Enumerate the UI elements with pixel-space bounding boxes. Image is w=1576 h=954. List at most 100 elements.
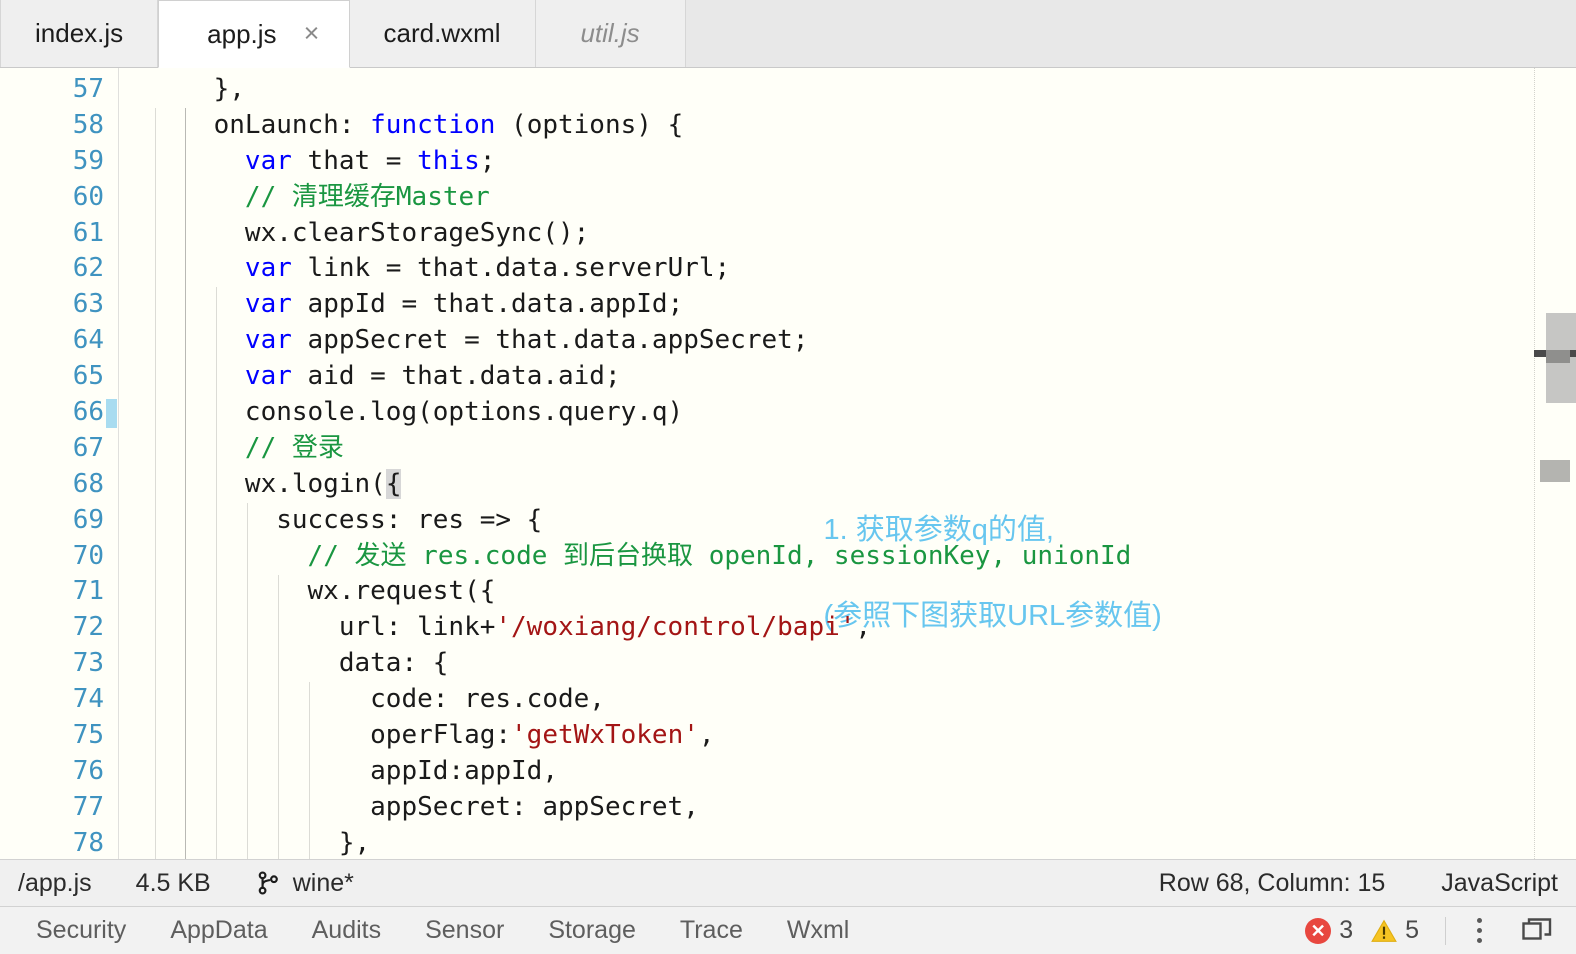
status-cursor-position[interactable]: Row 68, Column: 15 [1159,869,1386,898]
code-token-kw: var [244,253,292,284]
code-line[interactable]: wx.clearStorageSync(); [119,216,1576,252]
panel-tab-audits[interactable]: Audits [290,916,403,945]
code-token-kw: var [244,361,292,392]
code-line[interactable]: operFlag:'getWxToken', [119,718,1576,754]
code-line[interactable]: // 发送 res.code 到后台换取 openId, sessionKey,… [119,539,1576,575]
status-language[interactable]: JavaScript [1441,869,1558,898]
code-token-plain: success: res => { [151,504,543,535]
code-token-plain: appId = that.data.appId; [291,289,684,320]
panel-tab-security[interactable]: Security [14,916,148,945]
code-content[interactable]: 1. 获取参数q的值, (参照下图获取URL参数值) }, onLaunch: … [119,68,1576,859]
panel-tab-trace[interactable]: Trace [658,916,765,945]
line-number: 67 [72,432,104,463]
dock-panel-icon[interactable] [1522,917,1552,944]
panel-tab-sensor[interactable]: Sensor [403,916,526,945]
tab-close-icon[interactable]: × [299,20,325,47]
line-number: 70 [72,540,104,571]
code-token-cmt: // 登录 [244,432,344,463]
code-token-plain: that = [291,145,418,176]
code-token-plain: appId:appId, [151,755,558,786]
tab-label: card.wxml [383,18,501,48]
code-line[interactable]: wx.login({ [119,467,1576,503]
code-line[interactable]: var appId = that.data.appId; [119,287,1576,323]
line-number: 58 [72,109,104,140]
code-token-plain: }, [151,827,371,858]
line-number: 77 [72,791,104,822]
code-token-hl: { [385,468,402,499]
error-badge[interactable]: ✕ 3 [1305,916,1353,945]
line-number: 78 [72,827,104,858]
code-line[interactable]: appSecret: appSecret, [119,790,1576,826]
line-number: 69 [72,504,104,535]
code-token-plain: console.log(options.query.q) [151,397,684,428]
more-options-icon[interactable] [1466,914,1492,948]
status-git-branch[interactable]: wine* [255,869,354,898]
line-number: 76 [72,755,104,786]
code-token-plain: , [855,612,872,643]
line-number: 72 [72,612,104,643]
panel-tab-storage[interactable]: Storage [526,916,658,945]
line-number: 61 [72,217,104,248]
code-token-plain: onLaunch: [151,109,371,140]
status-bar-right: Row 68, Column: 15 JavaScript [1103,869,1558,898]
line-number: 73 [72,648,104,679]
tab-util-js[interactable]: util.js [535,0,686,67]
code-token-plain: wx.clearStorageSync(); [151,217,590,248]
tab-label: index.js [35,18,124,48]
tab-label: util.js [580,18,640,48]
code-line[interactable]: var that = this; [119,144,1576,180]
line-number: 59 [72,145,104,176]
line-number: 71 [72,576,104,607]
code-line[interactable]: }, [119,72,1576,108]
tab-app-js[interactable]: app.js × [158,0,350,68]
git-branch-icon [255,870,281,896]
code-token-plain: data: { [151,648,449,679]
status-file-path[interactable]: /app.js [18,869,92,898]
code-line[interactable]: }, [119,826,1576,859]
code-line[interactable]: data: { [119,646,1576,682]
code-token-str: '/woxiang/control/bapi' [495,612,856,643]
code-line[interactable]: wx.request({ [119,574,1576,610]
warning-icon [1371,919,1397,943]
code-token-kw: var [244,145,292,176]
code-line[interactable]: code: res.code, [119,682,1576,718]
panel-tab-appdata[interactable]: AppData [148,916,289,945]
code-token-plain: }, [151,74,245,104]
git-branch-label: wine* [292,868,354,897]
vertical-scrollbar[interactable] [1534,68,1576,859]
warning-badge[interactable]: 5 [1371,916,1419,945]
code-line[interactable]: // 清理缓存Master [119,180,1576,216]
code-line[interactable]: var link = that.data.serverUrl; [119,251,1576,287]
code-token-plain: appSecret = that.data.appSecret; [291,325,809,356]
line-number: 63 [72,289,104,320]
tab-card-wxml[interactable]: card.wxml [349,0,536,67]
code-line[interactable]: appId:appId, [119,754,1576,790]
code-token-plain: ; [479,145,496,176]
tab-bar-filler [685,0,1576,67]
code-line[interactable]: onLaunch: function (options) { [119,108,1576,144]
status-file-size: 4.5 KB [135,868,211,897]
code-token-plain: wx.request({ [151,576,496,607]
code-token-cmt: // 清理缓存Master [244,181,490,212]
code-editor[interactable]: 57 58 59 60 61 62 63 64 65 66 67 68 69 70 71 72 73 74 75 76… [0,68,1576,859]
panel-tab-wxml[interactable]: Wxml [765,916,871,945]
tab-index-js[interactable]: index.js [0,0,159,67]
line-number-gutter: 57 58 59 60 61 62 63 64 65 66 67 68 69 70 71 72 73 74 75 76… [0,68,118,859]
code-line[interactable]: success: res => { [119,503,1576,539]
code-line[interactable]: var appSecret = that.data.appSecret; [119,323,1576,359]
code-line[interactable]: console.log(options.query.q) [119,395,1576,431]
code-line[interactable]: // 登录 [119,431,1576,467]
devtools-panel-bar: Security AppData Audits Sensor Storage Trace W… [0,907,1576,954]
panel-bar-right: ✕ 3 5 [1287,914,1562,948]
code-token-plain: url: link+ [151,612,496,643]
code-line[interactable]: url: link+'/woxiang/control/bapi', [119,610,1576,646]
panel-divider [1445,916,1446,945]
code-line[interactable]: var aid = that.data.aid; [119,359,1576,395]
line-number: 74 [72,684,104,715]
line-number: 75 [72,720,104,751]
error-icon: ✕ [1305,917,1332,944]
code-token-plain: wx.login( [151,468,386,499]
